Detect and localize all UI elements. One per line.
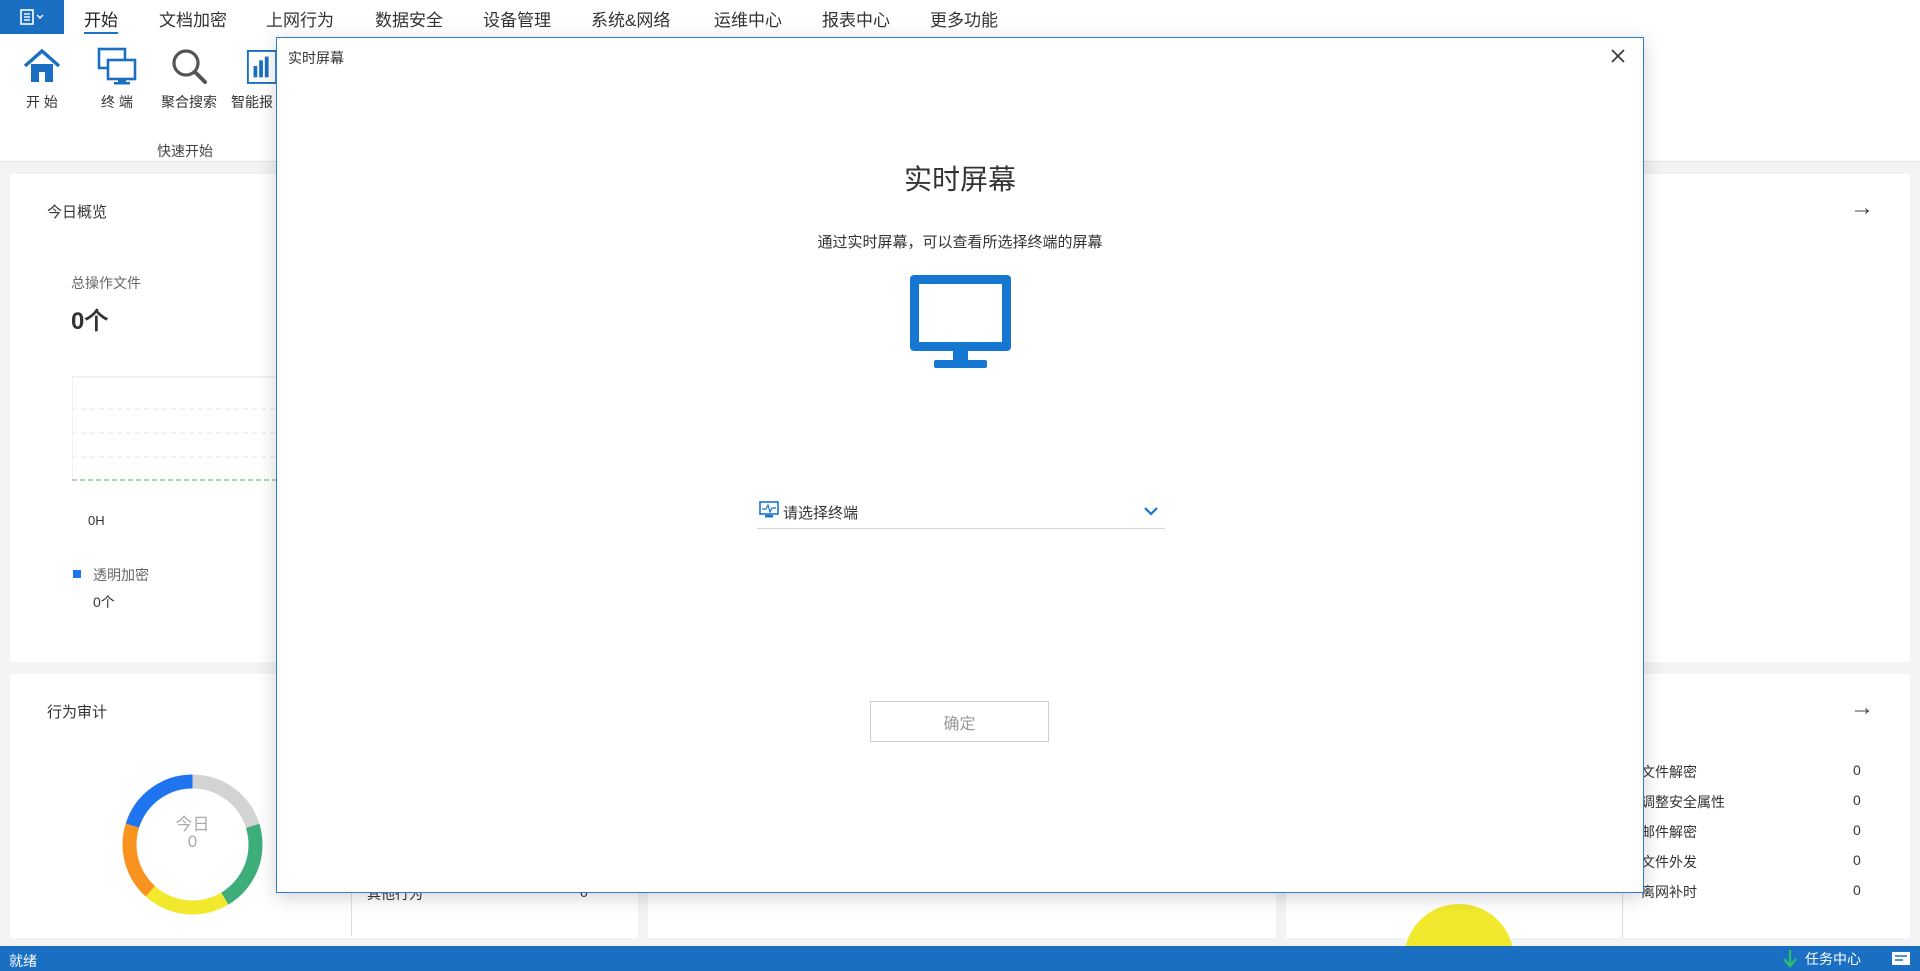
menu-device-management[interactable]: 设备管理 [483,6,551,31]
stats-row: 离网补时 0 [1641,882,1861,912]
stats-list: 文件解密 0 调整安全属性 0 邮件解密 0 文件外发 0 离网补时 0 [1641,762,1861,912]
ribbon-report-button[interactable]: 智能报 [228,44,278,112]
chevron-down-icon [1144,507,1158,516]
ribbon-search-button[interactable]: 聚合搜索 [156,44,222,112]
task-center-button[interactable]: 任务中心 [1781,948,1861,969]
menu-more-features[interactable]: 更多功能 [930,6,998,31]
ribbon-search-label: 聚合搜索 [161,94,217,110]
stats-row-value: 0 [1853,792,1861,808]
overview-title: 今日概览 [47,204,108,221]
legend-label: 透明加密 [93,567,149,583]
stats-row: 调整安全属性 0 [1641,792,1861,822]
stats-row: 文件外发 0 [1641,852,1861,882]
total-files-value: 0个 [71,308,109,335]
ribbon-home-button[interactable]: 开 始 [9,44,75,112]
stats-row-label: 调整安全属性 [1641,794,1725,810]
stats-row: 文件解密 0 [1641,762,1861,792]
terminal-icon [759,501,779,518]
ribbon-terminals-label: 终 端 [101,94,133,110]
stats-row-value: 0 [1853,852,1861,868]
stats-row-value: 0 [1853,882,1861,898]
total-files-label: 总操作文件 [71,275,141,291]
stats-row-label: 文件解密 [1641,764,1697,780]
stats-row-label: 邮件解密 [1641,824,1697,840]
menu-internet-behavior[interactable]: 上网行为 [266,6,334,31]
search-icon [172,49,207,84]
stats-row: 邮件解密 0 [1641,822,1861,852]
status-text: 就绪 [9,953,37,969]
stats-row-label: 文件外发 [1641,854,1697,870]
legend-swatch [73,570,81,578]
overview-chart [72,376,292,481]
realtime-screen-dialog: 实时屏幕 实时屏幕 通过实时屏幕，可以查看所选择终端的屏幕 请选择终端 确定 [276,37,1644,893]
app-menu-button[interactable] [0,0,64,34]
status-bar: 就绪 任务中心 [0,946,1920,971]
menu-start[interactable]: 开始 [84,6,118,35]
close-icon[interactable] [1607,45,1629,67]
ribbon-report-label: 智能报 [231,94,273,110]
stats-row-value: 0 [1853,822,1861,838]
audit-title: 行为审计 [47,704,108,721]
download-icon [1783,949,1797,968]
overview-arrow-icon[interactable]: → [1850,194,1874,222]
ribbon-group-label: 快速开始 [157,143,213,159]
stats-row-value: 0 [1853,762,1861,778]
chart-axis-label: 0H [88,513,105,528]
legend-value: 0个 [93,594,115,610]
stats-row-label: 离网补时 [1641,884,1697,900]
stats-arrow-icon[interactable]: → [1850,694,1874,722]
terminals-icon [97,47,137,85]
dialog-title: 实时屏幕 [288,50,344,66]
ribbon-home-label: 开 始 [26,94,58,110]
message-icon[interactable] [1891,951,1911,966]
menu-bar: 开始 文档加密 上网行为 数据安全 设备管理 系统&网络 运维中心 报表中心 更… [0,0,1920,35]
donut-center-value: 0 [187,832,198,851]
menu-ops-center[interactable]: 运维中心 [714,6,782,31]
menu-system-network[interactable]: 系统&网络 [591,6,670,31]
task-center-label: 任务中心 [1805,950,1861,967]
confirm-button[interactable]: 确定 [870,701,1049,742]
menu-data-security[interactable]: 数据安全 [375,6,443,31]
menu-doc-encryption[interactable]: 文档加密 [159,6,227,31]
terminal-select[interactable]: 请选择终端 [757,492,1165,529]
ribbon-terminals-button[interactable]: 终 端 [84,44,150,112]
app-menu-icon [20,9,44,25]
dialog-description: 通过实时屏幕，可以查看所选择终端的屏幕 [817,234,1103,251]
report-icon [246,50,278,84]
dialog-heading: 实时屏幕 [903,164,1016,195]
terminal-select-placeholder: 请选择终端 [783,505,859,522]
home-icon [23,49,61,82]
menu-report-center[interactable]: 报表中心 [822,6,890,31]
monitor-icon [910,275,1011,368]
